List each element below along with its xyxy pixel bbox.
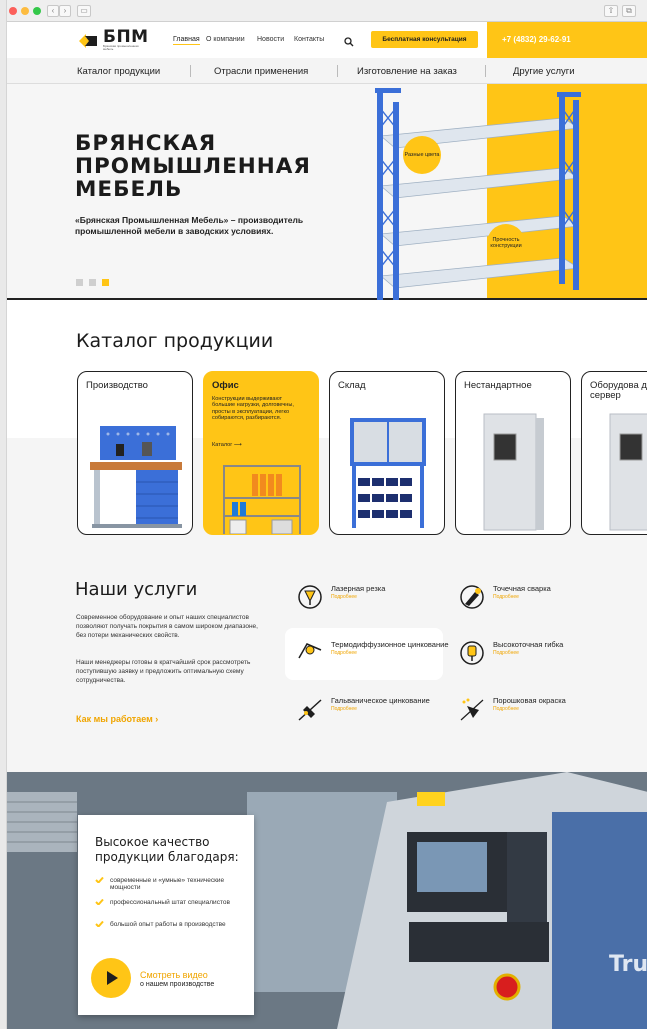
tabs-icon[interactable]: ⧉ (622, 5, 636, 17)
more-link[interactable]: Подробнее (331, 650, 448, 656)
workbench-image (90, 426, 182, 528)
powder-coating-icon (460, 698, 484, 721)
check-icon (95, 877, 104, 883)
nav-link-home[interactable]: Главная (173, 36, 200, 45)
logo-name: БПМ (103, 27, 149, 47)
service-name: Лазерная резка (331, 584, 386, 593)
site-header: БПМ Брянская промышленная мебель Главная… (7, 22, 647, 58)
server-cabinet-image (609, 413, 647, 531)
hero-title: БРЯНСКАЯ ПРОМЫШЛЕННАЯ МЕБЕЛЬ (75, 131, 311, 202)
galvanic-icon (298, 699, 322, 721)
divider (190, 65, 191, 77)
divider (485, 65, 486, 77)
services-text-1: Современное оборудование и опыт наших сп… (76, 614, 258, 639)
services-title: Наши услуги (75, 579, 198, 600)
service-galvanic-zinc[interactable]: Гальваническое цинкование Подробнее (297, 696, 430, 722)
service-laser-cutting[interactable]: Лазерная резка Подробнее (297, 584, 385, 610)
warehouse-cabinet-image (350, 418, 426, 528)
quality-item: профессиональный штат специалистов (95, 899, 240, 906)
logo-mark-icon (77, 32, 99, 50)
quality-box: Высокое качество продукции благодаря: со… (78, 815, 254, 1015)
category-nav: Каталог продукции Отрасли применения Изг… (7, 58, 647, 84)
slider-dot-active[interactable] (102, 279, 109, 286)
card-title: Оборудова для сервер (590, 380, 647, 401)
minimize-window-icon[interactable] (21, 7, 29, 15)
free-consultation-button[interactable]: Бесплатная консультация (371, 31, 478, 48)
shelving-rack-image: Разные цвета Прочность конструкции (367, 88, 587, 300)
service-name: Термодиффузионное цинкование (331, 640, 449, 649)
service-name: Гальваническое цинкование (331, 696, 430, 705)
card-title: Производство (86, 380, 148, 391)
catalog-card-production[interactable]: Производство (77, 371, 193, 535)
watch-video-link[interactable]: Смотреть видео (140, 970, 208, 980)
close-window-icon[interactable] (9, 7, 17, 15)
catnav-industries[interactable]: Отрасли применения (214, 66, 308, 77)
check-icon (95, 921, 104, 927)
card-title: Склад (338, 380, 366, 391)
hero-banner: БРЯНСКАЯ ПРОМЫШЛЕННАЯ МЕБЕЛЬ «Брянская П… (7, 84, 647, 300)
nav-link-news[interactable]: Новости (257, 36, 284, 43)
service-name: Точечная сварка (493, 584, 551, 593)
phone-number[interactable]: +7 (4832) 29-62-91 (502, 35, 571, 44)
card-catalog-link[interactable]: Каталог ⟶ (212, 442, 242, 448)
slider-dot[interactable] (89, 279, 96, 286)
how-we-work-link[interactable]: Как мы работаем › (76, 714, 158, 724)
browser-chrome: ‹ › ▭ ⇧ ⧉ (7, 0, 647, 22)
card-title: Нестандартное (464, 380, 532, 391)
bending-icon (460, 641, 484, 665)
maximize-window-icon[interactable] (33, 7, 41, 15)
service-name: Высокоточная гибка (493, 640, 564, 649)
feature-bubble-strength: Прочность конструкции (487, 224, 525, 262)
nav-link-contacts[interactable]: Контакты (294, 36, 324, 43)
more-link[interactable]: Подробнее (493, 706, 566, 712)
play-video-button[interactable] (91, 958, 131, 998)
service-precision-bending[interactable]: Высокоточная гибка Подробнее (459, 640, 563, 666)
card-title: Офис (212, 380, 239, 391)
share-icon[interactable]: ⇧ (604, 5, 618, 17)
catnav-catalog[interactable]: Каталог продукции (77, 66, 160, 77)
catnav-other-services[interactable]: Другие услуги (513, 66, 575, 77)
check-icon (95, 899, 104, 905)
forward-button[interactable]: › (59, 5, 71, 17)
slider-dots (76, 279, 109, 286)
divider (337, 65, 338, 77)
feature-bubble-colors: Разные цвета (403, 136, 441, 174)
more-link[interactable]: Подробнее (493, 594, 551, 600)
service-thermal-galvanizing[interactable]: Термодиффузионное цинкование Подробнее (297, 640, 448, 666)
catalog-title: Каталог продукции (76, 330, 274, 352)
service-spot-welding[interactable]: Точечная сварка Подробнее (459, 584, 551, 610)
catnav-custom[interactable]: Изготовление на заказ (357, 66, 457, 77)
search-icon[interactable] (344, 34, 354, 47)
card-description: Конструкции выдерживают большие нагрузки… (212, 396, 294, 421)
catalog-card-nonstandard[interactable]: Нестандартное (455, 371, 571, 535)
catalog-card-server[interactable]: Оборудова для сервер (581, 371, 647, 535)
quality-item: современные и «умные» технические мощнос… (95, 877, 240, 891)
service-name: Порошковая окраска (493, 696, 566, 705)
hero-description: «Брянская Промышленная Мебель» – произво… (75, 215, 304, 236)
service-powder-coating[interactable]: Порошковая окраска Подробнее (459, 696, 566, 722)
nav-link-about[interactable]: О компании (206, 36, 245, 43)
services-text-2: Наши менеджеры готовы в кратчайший срок … (76, 659, 251, 684)
more-link[interactable]: Подробнее (493, 650, 563, 656)
quality-item: большой опыт работы в производстве (95, 921, 240, 928)
logo-subtitle: Брянская промышленная мебель (103, 44, 139, 51)
sidebar-toggle-icon[interactable]: ▭ (77, 5, 91, 17)
more-link[interactable]: Подробнее (331, 594, 385, 600)
quality-title: Высокое качество продукции благодаря: (95, 835, 239, 864)
welding-icon (460, 585, 484, 609)
nonstandard-cabinet-image (483, 413, 544, 531)
slider-dot[interactable] (76, 279, 83, 286)
back-button[interactable]: ‹ (47, 5, 59, 17)
catalog-card-warehouse[interactable]: Склад (329, 371, 445, 535)
browser-window: ‹ › ▭ ⇧ ⧉ БПМ Брянская промышленная мебе… (6, 0, 647, 1029)
logo[interactable]: БПМ Брянская промышленная мебель (77, 27, 149, 51)
galvanizing-icon (298, 643, 322, 659)
watch-video-subtitle: о нашем производстве (140, 981, 215, 988)
catalog-card-office[interactable]: Офис Конструкции выдерживают большие наг… (203, 371, 319, 535)
office-shelf-image (223, 465, 301, 534)
more-link[interactable]: Подробнее (331, 706, 430, 712)
machine-brand: TruLas (609, 952, 647, 977)
laser-icon (298, 585, 322, 609)
